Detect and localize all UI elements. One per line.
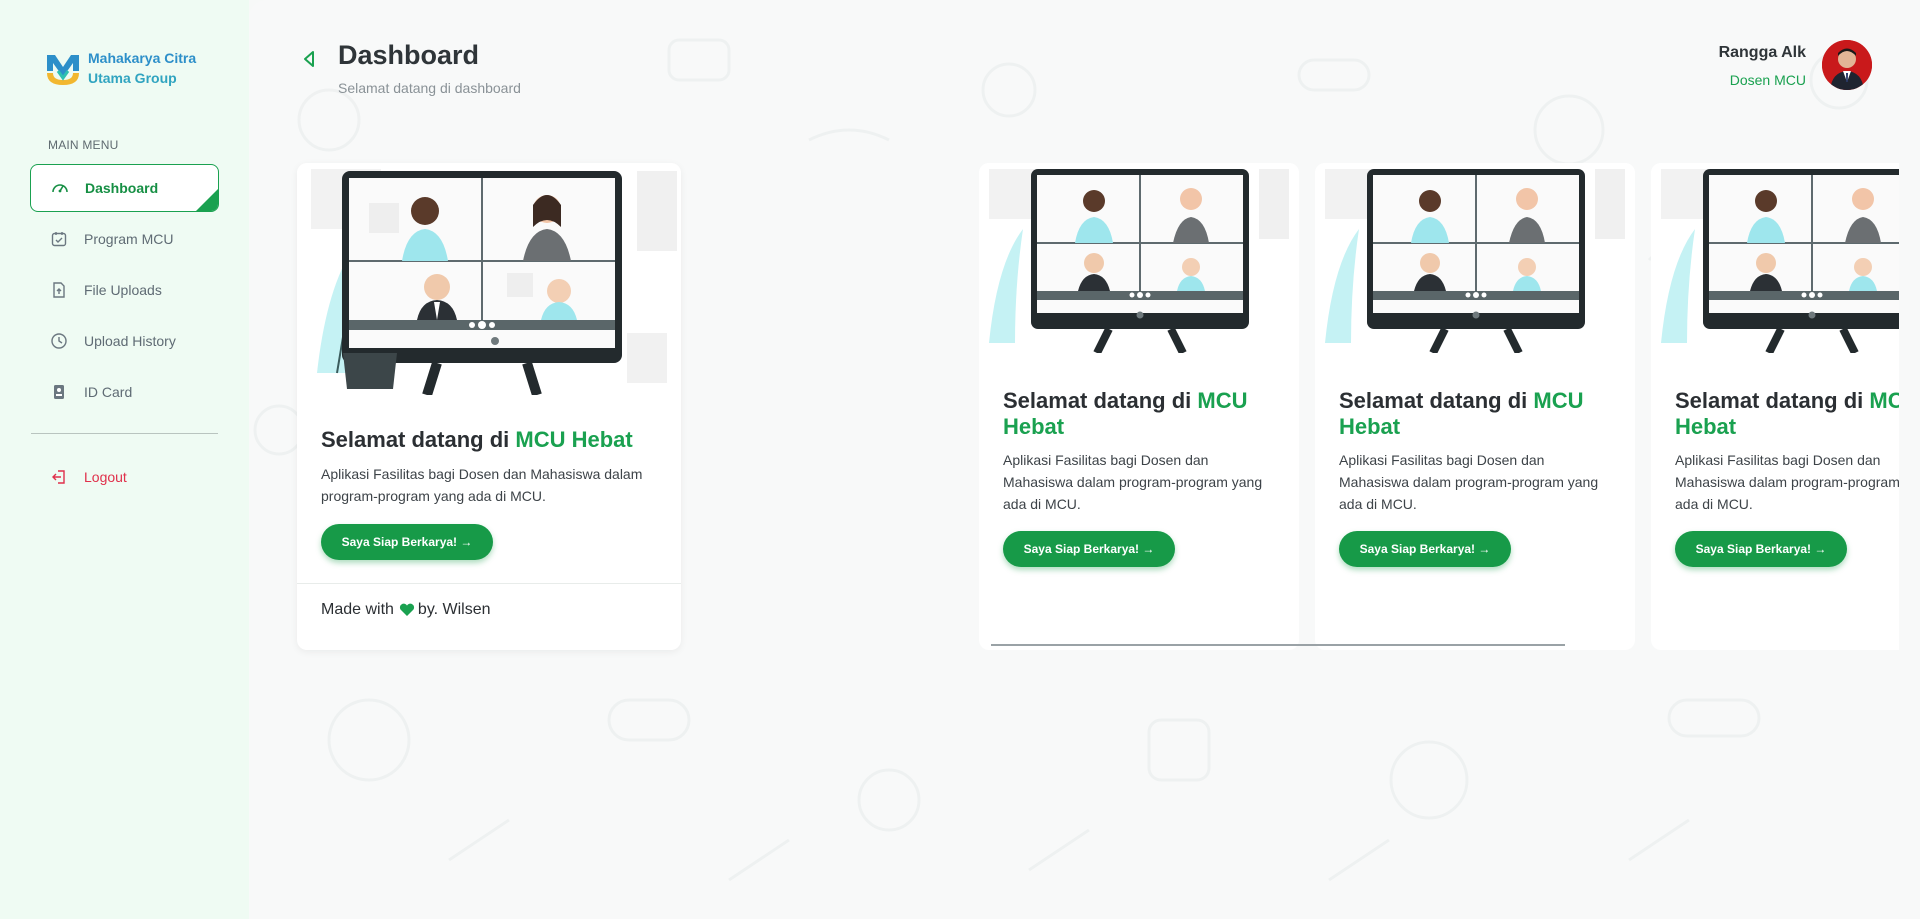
card-footer-divider xyxy=(297,583,681,584)
logout-icon xyxy=(50,468,68,486)
main-menu-heading: MAIN MENU xyxy=(48,138,119,152)
video-conference-illustration xyxy=(297,163,681,395)
sidebar-menu: Dashboard Program MCU File Uploads Uploa… xyxy=(30,164,219,419)
clock-icon xyxy=(50,332,68,350)
saya-siap-berkarya-button[interactable]: Saya Siap Berkarya! → xyxy=(321,524,493,560)
slide-description: Aplikasi Fasilitas bagi Dosen dan Mahasi… xyxy=(1339,452,1599,512)
sidebar-item-file-uploads[interactable]: File Uploads xyxy=(30,266,219,314)
welcome-card-description: Aplikasi Fasilitas bagi Dosen dan Mahasi… xyxy=(321,466,643,504)
id-card-icon xyxy=(50,383,68,401)
slide-title-highlight-1: MCU xyxy=(1533,388,1584,413)
calendar-check-icon xyxy=(50,230,68,248)
video-conference-illustration xyxy=(1315,163,1635,353)
welcome-title-prefix: Selamat datang di xyxy=(321,427,516,452)
sidebar-item-dashboard[interactable]: Dashboard xyxy=(30,164,219,212)
page-subtitle: Selamat datang di dashboard xyxy=(338,80,521,96)
carousel-slide: Selamat datang di MCU Hebat Aplikasi Fasi… xyxy=(1651,163,1899,650)
sidebar-divider xyxy=(31,433,218,434)
card-footer-credit: Made with by. Wilsen xyxy=(321,601,491,619)
carousel-scrollbar[interactable] xyxy=(991,644,1565,646)
saya-siap-berkarya-button[interactable]: Saya Siap Berkarya! → xyxy=(1675,531,1847,567)
brand-line-1: Mahakarya Citra xyxy=(88,50,197,66)
sidebar-item-id-card[interactable]: ID Card xyxy=(30,368,219,416)
saya-siap-berkarya-button[interactable]: Saya Siap Berkarya! → xyxy=(1339,531,1511,567)
slide-title-highlight-1: MCU xyxy=(1869,388,1899,413)
saya-siap-berkarya-button[interactable]: Saya Siap Berkarya! → xyxy=(1003,531,1175,567)
heart-icon xyxy=(399,603,415,617)
avatar[interactable] xyxy=(1822,40,1872,90)
avatar-image xyxy=(1822,40,1872,90)
main-content: Dashboard Selamat datang di dashboard Ra… xyxy=(249,0,1920,919)
welcome-card-title: Selamat datang di MCU Hebat xyxy=(321,427,633,453)
slide-title: Selamat datang di MCU Hebat xyxy=(1003,388,1293,440)
brand-line-2: Utama Group xyxy=(88,70,177,86)
video-conference-illustration xyxy=(979,163,1299,353)
sidebar-item-label: Upload History xyxy=(84,333,176,349)
sidebar-item-label: Dashboard xyxy=(85,180,159,196)
footer-suffix: by. Wilsen xyxy=(417,601,491,618)
slide-title-highlight-2: Hebat xyxy=(1003,414,1065,439)
back-arrow-icon[interactable] xyxy=(301,48,317,70)
speedometer-icon xyxy=(51,179,69,197)
brand[interactable]: Mahakarya Citra Utama Group xyxy=(44,48,196,88)
slide-title-prefix: Selamat datang di xyxy=(1003,388,1198,413)
slide-title-prefix: Selamat datang di xyxy=(1675,388,1870,413)
sidebar-item-label: File Uploads xyxy=(84,282,162,298)
logout-label: Logout xyxy=(84,469,127,485)
sidebar-item-label: ID Card xyxy=(84,384,133,400)
sidebar-item-upload-history[interactable]: Upload History xyxy=(30,317,219,365)
page-title: Dashboard xyxy=(338,40,480,70)
user-role: Dosen MCU xyxy=(1729,72,1806,88)
slide-title: Selamat datang di MCU Hebat xyxy=(1675,388,1899,440)
file-upload-icon xyxy=(50,281,68,299)
slide-title-highlight-2: Hebat xyxy=(1675,414,1737,439)
sidebar-item-label: Program MCU xyxy=(84,231,174,247)
slide-description: Aplikasi Fasilitas bagi Dosen dan Mahasi… xyxy=(1675,452,1899,512)
sidebar: Mahakarya Citra Utama Group MAIN MENU Da… xyxy=(0,0,249,919)
welcome-carousel[interactable]: Selamat datang di MCU Hebat Aplikasi Fasi… xyxy=(979,163,1899,650)
slide-title-highlight-2: Hebat xyxy=(1339,414,1401,439)
carousel-slide: Selamat datang di MCU Hebat Aplikasi Fasi… xyxy=(1315,163,1635,650)
logout-button[interactable]: Logout xyxy=(50,468,127,486)
carousel-slide: Selamat datang di MCU Hebat Aplikasi Fasi… xyxy=(979,163,1299,650)
slide-title-prefix: Selamat datang di xyxy=(1339,388,1534,413)
slide-title-highlight-1: MCU xyxy=(1197,388,1248,413)
welcome-card: Selamat datang di MCU Hebat Aplikasi Fas… xyxy=(297,163,681,650)
welcome-title-highlight: MCU Hebat xyxy=(515,427,633,452)
slide-description: Aplikasi Fasilitas bagi Dosen dan Mahasi… xyxy=(1003,452,1263,512)
video-conference-illustration xyxy=(1651,163,1899,353)
sidebar-item-program-mcu[interactable]: Program MCU xyxy=(30,215,219,263)
user-profile[interactable]: Rangga Alk Dosen MCU xyxy=(1719,40,1872,90)
company-logo-icon xyxy=(47,55,79,85)
user-name: Rangga Alk xyxy=(1718,44,1806,61)
slide-title: Selamat datang di MCU Hebat xyxy=(1339,388,1629,440)
footer-prefix: Made with xyxy=(321,601,394,618)
